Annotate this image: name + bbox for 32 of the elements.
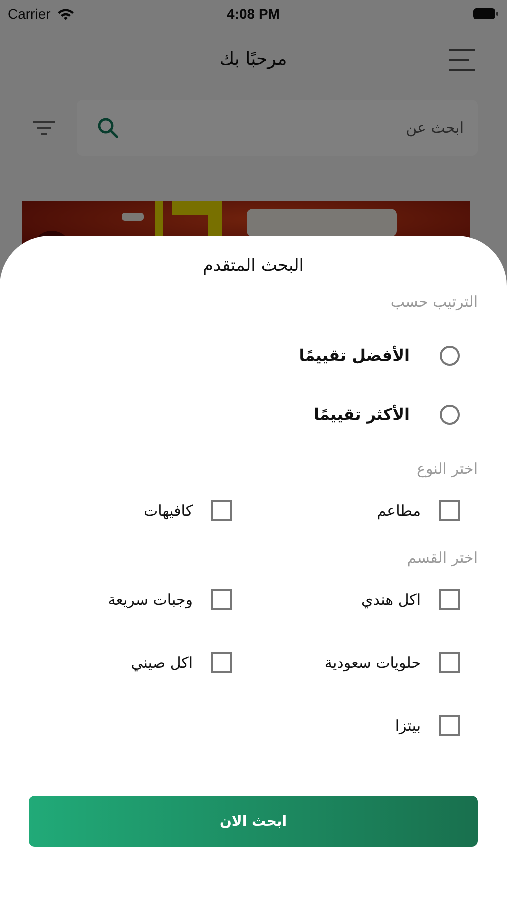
search-field[interactable]: ابحث عن — [77, 100, 478, 156]
option-label: وجبات سريعة — [108, 590, 193, 608]
page-title: مرحبًا بك — [220, 48, 288, 70]
status-time: 4:08 PM — [227, 6, 280, 22]
option-label: الأكثر تقييمًا — [314, 405, 410, 424]
filter-icon[interactable] — [33, 121, 55, 135]
option-label: كافيهات — [144, 502, 193, 520]
option-label: الأفضل تقييمًا — [299, 346, 410, 365]
section-label: اختر النوع — [417, 459, 478, 479]
checkbox[interactable] — [211, 652, 232, 673]
search-icon — [97, 117, 119, 139]
checkbox[interactable] — [439, 652, 460, 673]
option-label: حلويات سعودية — [324, 654, 421, 672]
battery-icon — [473, 8, 499, 20]
section-label: اختر القسم — [407, 548, 478, 568]
menu-icon[interactable] — [449, 48, 475, 72]
wifi-icon — [56, 8, 75, 20]
option-label: مطاعم — [377, 502, 421, 520]
checkbox[interactable] — [211, 500, 232, 521]
radio-button[interactable] — [440, 346, 460, 366]
checkbox[interactable] — [439, 589, 460, 610]
search-now-button[interactable]: ابحث الان — [29, 796, 478, 847]
checkbox[interactable] — [439, 500, 460, 521]
radio-button[interactable] — [440, 404, 460, 424]
carrier-name: Carrier — [8, 6, 51, 22]
sheet-title: البحث المتقدم — [203, 255, 304, 278]
checkbox[interactable] — [439, 715, 460, 736]
section-label: الترتيب حسب — [390, 292, 478, 312]
checkbox[interactable] — [211, 589, 232, 610]
option-label: بيتزا — [395, 716, 421, 734]
option-label: اكل صيني — [131, 654, 193, 672]
option-label: اكل هندي — [362, 590, 421, 608]
